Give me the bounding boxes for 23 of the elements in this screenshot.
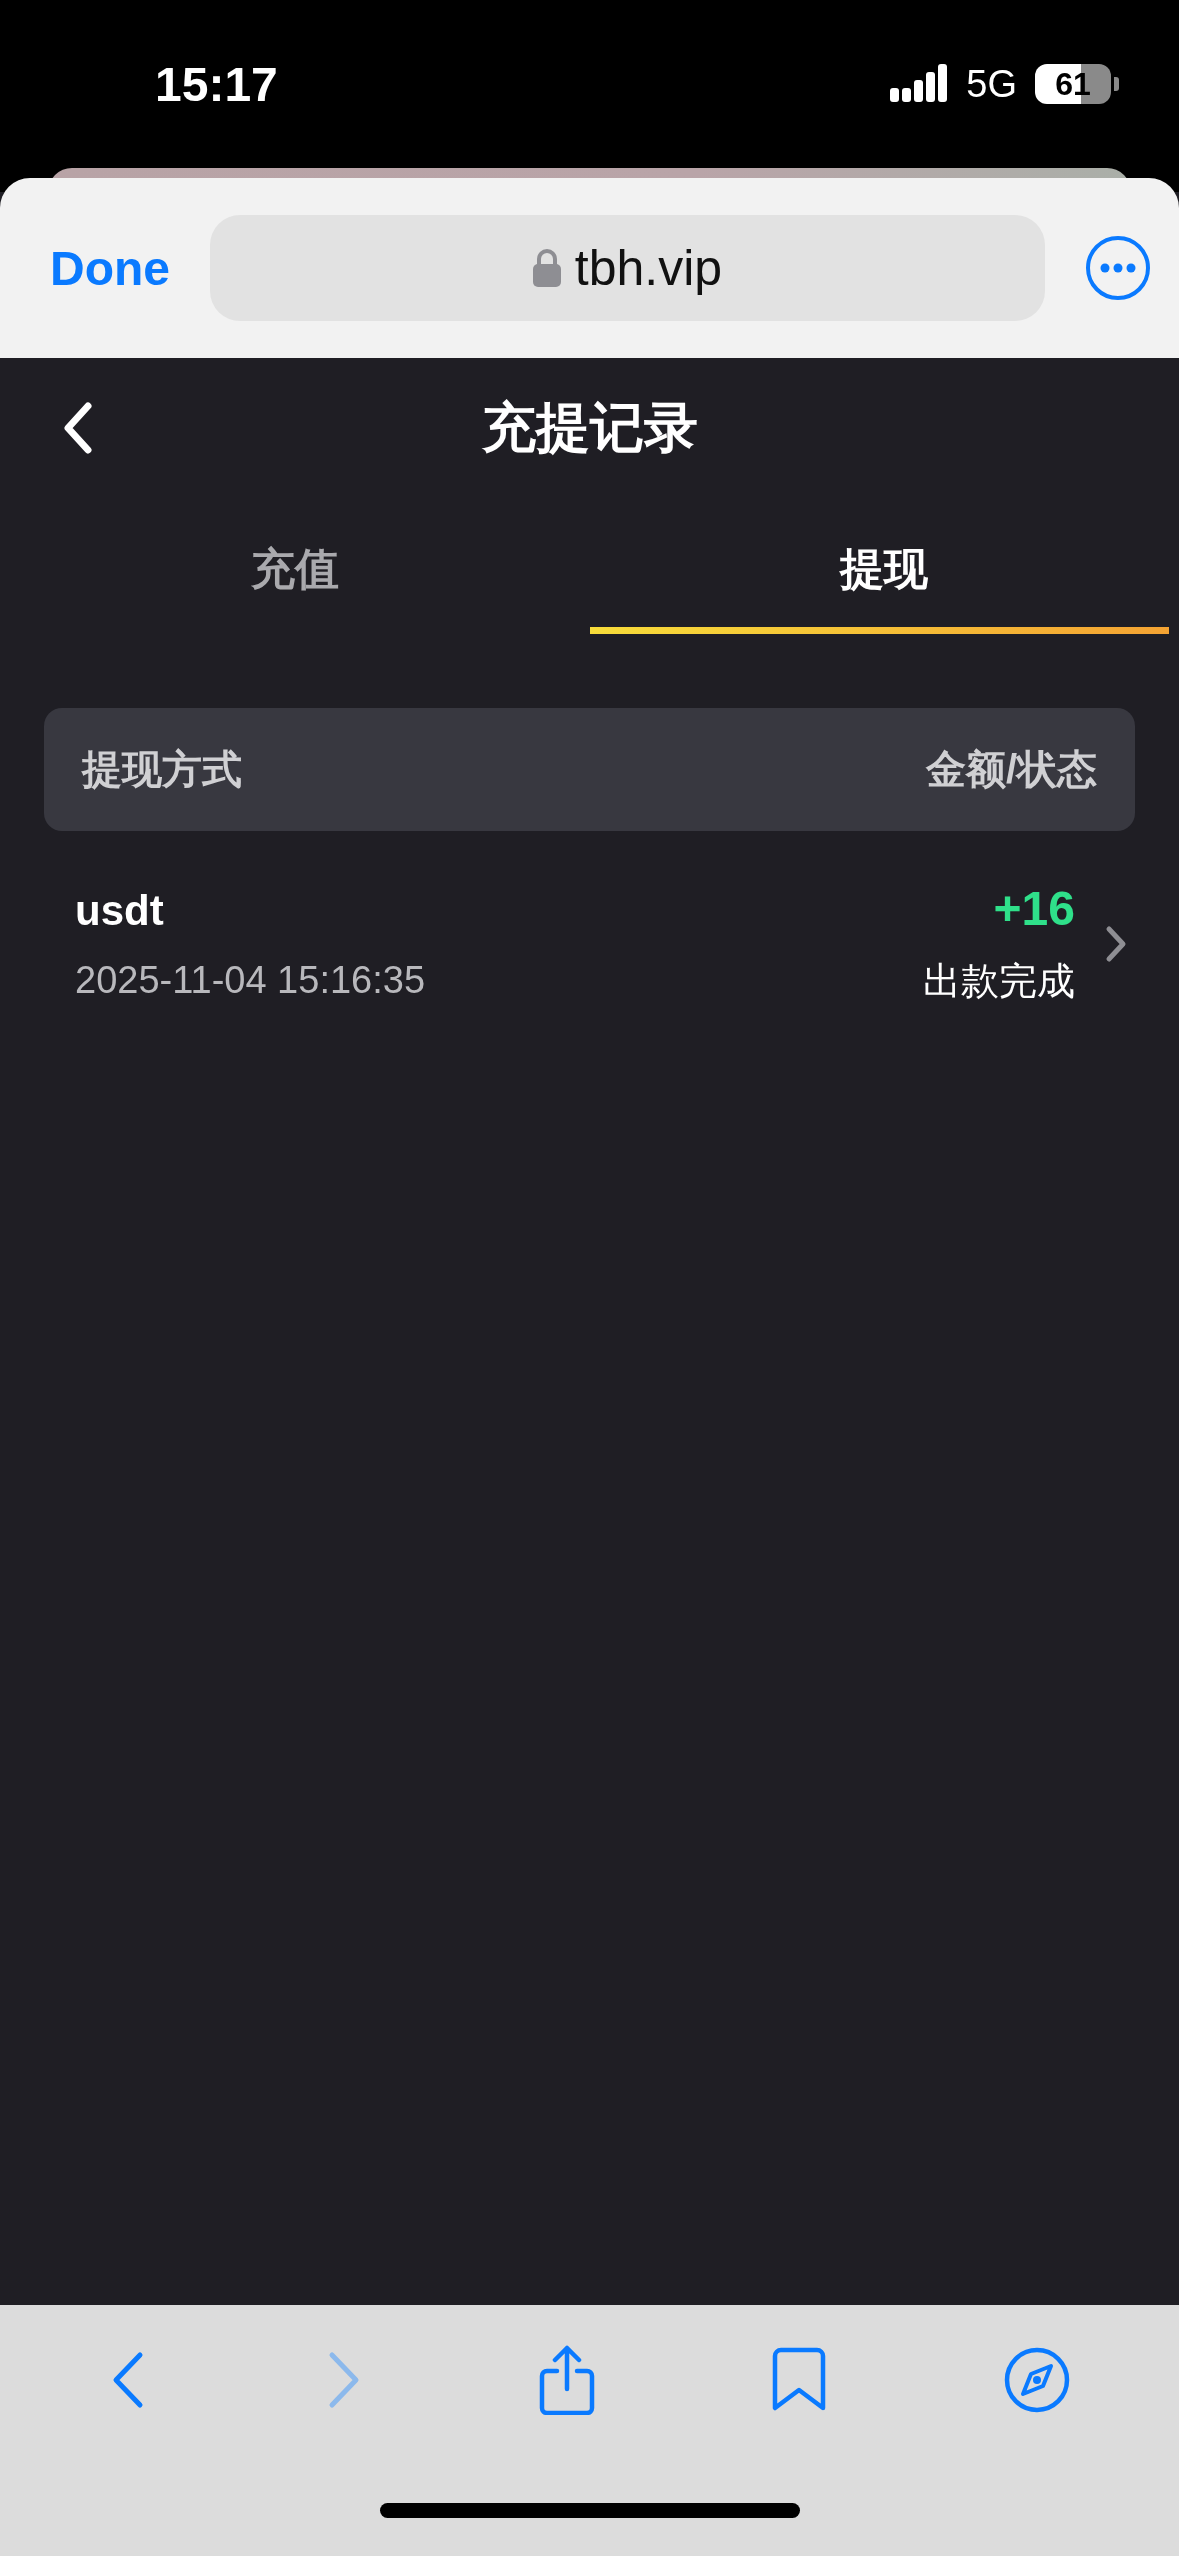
more-button[interactable]: [1085, 235, 1151, 301]
chevron-icon[interactable]: [1105, 925, 1127, 963]
compass-button[interactable]: [1003, 2346, 1072, 2414]
done-button[interactable]: Done: [50, 240, 170, 296]
address-bar[interactable]: tbh.vip: [210, 215, 1045, 321]
signal-icon: [890, 64, 949, 104]
tab[interactable]: 充值: [0, 498, 590, 640]
status-time: 15:17: [155, 56, 278, 112]
date-text: 2025-11-04 15:16:35: [75, 958, 427, 1002]
battery-indicator: 61: [1035, 64, 1111, 104]
battery-tip-icon: [1114, 77, 1119, 91]
url-text: tbh.vip: [574, 239, 723, 297]
column-header: 金额/状态: [925, 746, 1097, 793]
column-header: 提现方式: [82, 746, 242, 793]
status-text: 出款完成: [923, 959, 1075, 1004]
page-title: 充提记录: [481, 395, 698, 459]
share-button[interactable]: [539, 2345, 596, 2415]
tab[interactable]: 提现: [589, 498, 1179, 640]
method-text: usdt: [75, 886, 165, 935]
bookmarks-button[interactable]: [771, 2347, 828, 2413]
network-type: 5G: [966, 62, 1017, 106]
amount-text: +16: [993, 881, 1075, 936]
lock-icon: [532, 249, 561, 287]
